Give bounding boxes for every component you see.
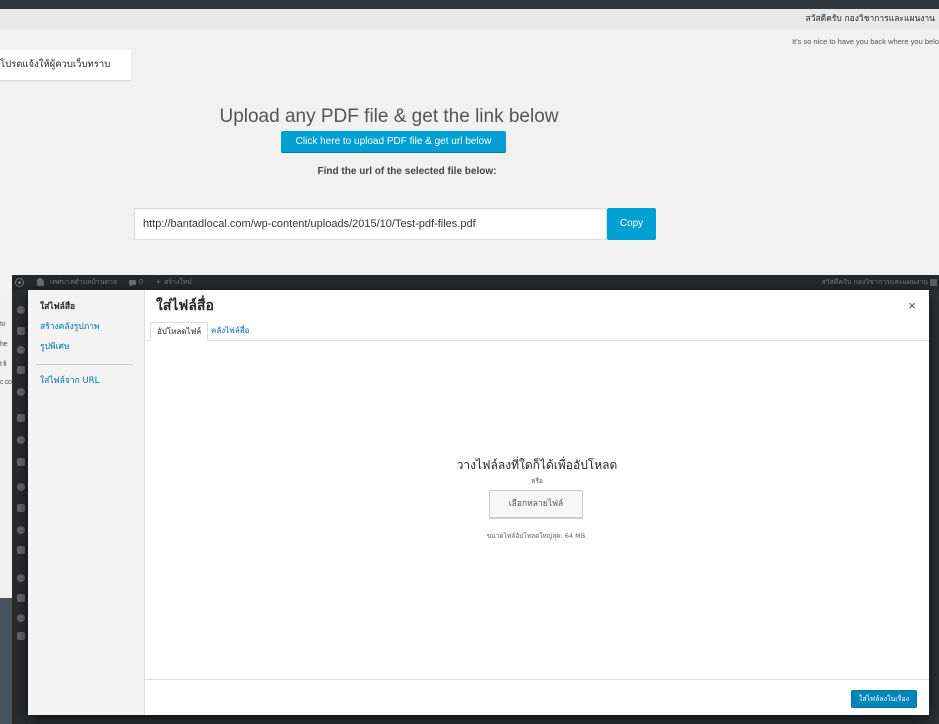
home-icon[interactable] [36, 277, 44, 286]
max-upload-size: ขนาดไฟล์อัปโหลดใหญ่สุด: 64 MB. [486, 532, 588, 540]
embedded-admin-menu [12, 290, 28, 724]
embedded-admin-bar: เทศบาลตำบลบ้านตาด 0 + สร้างใหม่ สวัสดีคร… [12, 275, 939, 290]
upload-drop-zone[interactable]: วางไฟล์ลงที่ใดก็ได้เพื่ออัปโหลด หรือ เลื… [145, 341, 929, 679]
background-text-fragment: to [0, 321, 6, 328]
collapse-icon[interactable] [17, 632, 25, 640]
menu-item-insert-from-url[interactable]: ใส่ไฟล์จาก URL [40, 375, 140, 387]
copy-url-button[interactable]: Copy [607, 208, 656, 240]
plugins-icon[interactable] [17, 458, 25, 466]
upload-pdf-button[interactable]: Click here to upload PDF file & get url … [281, 131, 506, 152]
menu-item-featured-image[interactable]: รูปพิเศษ [40, 341, 140, 353]
admin-notice: โปรดแจ้งให้ผู้ควบเว็บทราบ [0, 50, 131, 80]
links-icon[interactable] [17, 366, 25, 374]
dashboard-icon[interactable] [17, 306, 25, 314]
menu-item-create-gallery[interactable]: สร้างคลังรูปภาพ [40, 321, 140, 333]
modal-tabs: อัปโหลดไฟล์ คลังไฟล์สื่อ [145, 322, 929, 341]
menu-item-insert-media[interactable]: ใส่ไฟล์สื่อ [40, 301, 140, 313]
admin-bar-new-label[interactable]: สร้างใหม่ [164, 275, 192, 290]
drop-instructions: วางไฟล์ลงที่ใดก็ได้เพื่ออัปโหลด [456, 458, 618, 472]
or-separator-text: หรือ [531, 477, 543, 485]
users-icon[interactable] [17, 483, 25, 491]
page: สวัสดีครับ กองวิชาการและแผนงาน It's so n… [0, 0, 939, 724]
tab-media-library[interactable]: คลังไฟล์สื่อ [205, 322, 255, 341]
comment-count: 0 [139, 279, 143, 286]
plus-icon[interactable]: + [156, 275, 161, 290]
page-title: Upload any PDF file & get the link below [219, 106, 559, 127]
background-text-fragment: he [0, 341, 8, 348]
comment-bubble-icon[interactable] [129, 280, 136, 287]
admin-greeting: สวัสดีครับ กองวิชาการและแผนงาน [805, 14, 935, 24]
media-modal: ใส่ไฟล์สื่อ สร้างคลังรูปภาพ รูปพิเศษ ใส่… [28, 290, 929, 715]
menu-separator [36, 364, 133, 365]
settings-icon[interactable] [17, 526, 25, 534]
admin-bar-site-name[interactable]: เทศบาลตำบลบ้านตาด [50, 275, 118, 290]
analytics-icon[interactable] [17, 614, 25, 622]
admin-bar [0, 0, 939, 9]
media-icon[interactable] [17, 346, 25, 354]
background-text-fragment: c co [0, 379, 12, 386]
appearance-icon[interactable] [17, 436, 25, 444]
avatar-icon[interactable] [930, 279, 937, 286]
comments-icon[interactable] [17, 414, 25, 422]
close-icon: × [908, 298, 916, 313]
close-button[interactable]: × [904, 298, 920, 314]
security-icon[interactable] [17, 574, 25, 582]
url-field-label: Find the url of the selected file below: [317, 166, 497, 177]
pages-icon[interactable] [17, 388, 25, 396]
modal-title: ใส่ไฟล์สื่อ [156, 298, 214, 314]
greeting-strip: สวัสดีครับ กองวิชาการและแผนงาน [0, 9, 939, 29]
background-panel [0, 598, 12, 724]
posts-icon[interactable] [17, 327, 25, 335]
wordpress-logo-icon[interactable] [15, 278, 24, 287]
welcome-tagline: It's so nice to have you back where you … [792, 37, 939, 46]
insert-into-post-button[interactable]: ใส่ไฟล์ลงในเรื่อง [851, 690, 917, 708]
media-modal-menu: ใส่ไฟล์สื่อ สร้างคลังรูปภาพ รูปพิเศษ ใส่… [28, 290, 145, 715]
admin-notice-text: โปรดแจ้งให้ผู้ควบเว็บทราบ [0, 59, 111, 70]
select-files-button[interactable]: เลือกหลายไฟล์ [489, 490, 583, 518]
forms-icon[interactable] [17, 546, 25, 554]
seo-icon[interactable] [17, 594, 25, 602]
file-url-input[interactable] [134, 208, 607, 240]
tools-icon[interactable] [17, 504, 25, 512]
background-text-fragment: t fi [0, 361, 7, 368]
tab-upload-files[interactable]: อัปโหลดไฟล์ [150, 322, 209, 341]
admin-bar-greeting[interactable]: สวัสดีครับ กองวิชาการและแผนงาน [821, 275, 928, 290]
modal-toolbar: ใส่ไฟล์ลงในเรื่อง [145, 679, 929, 715]
